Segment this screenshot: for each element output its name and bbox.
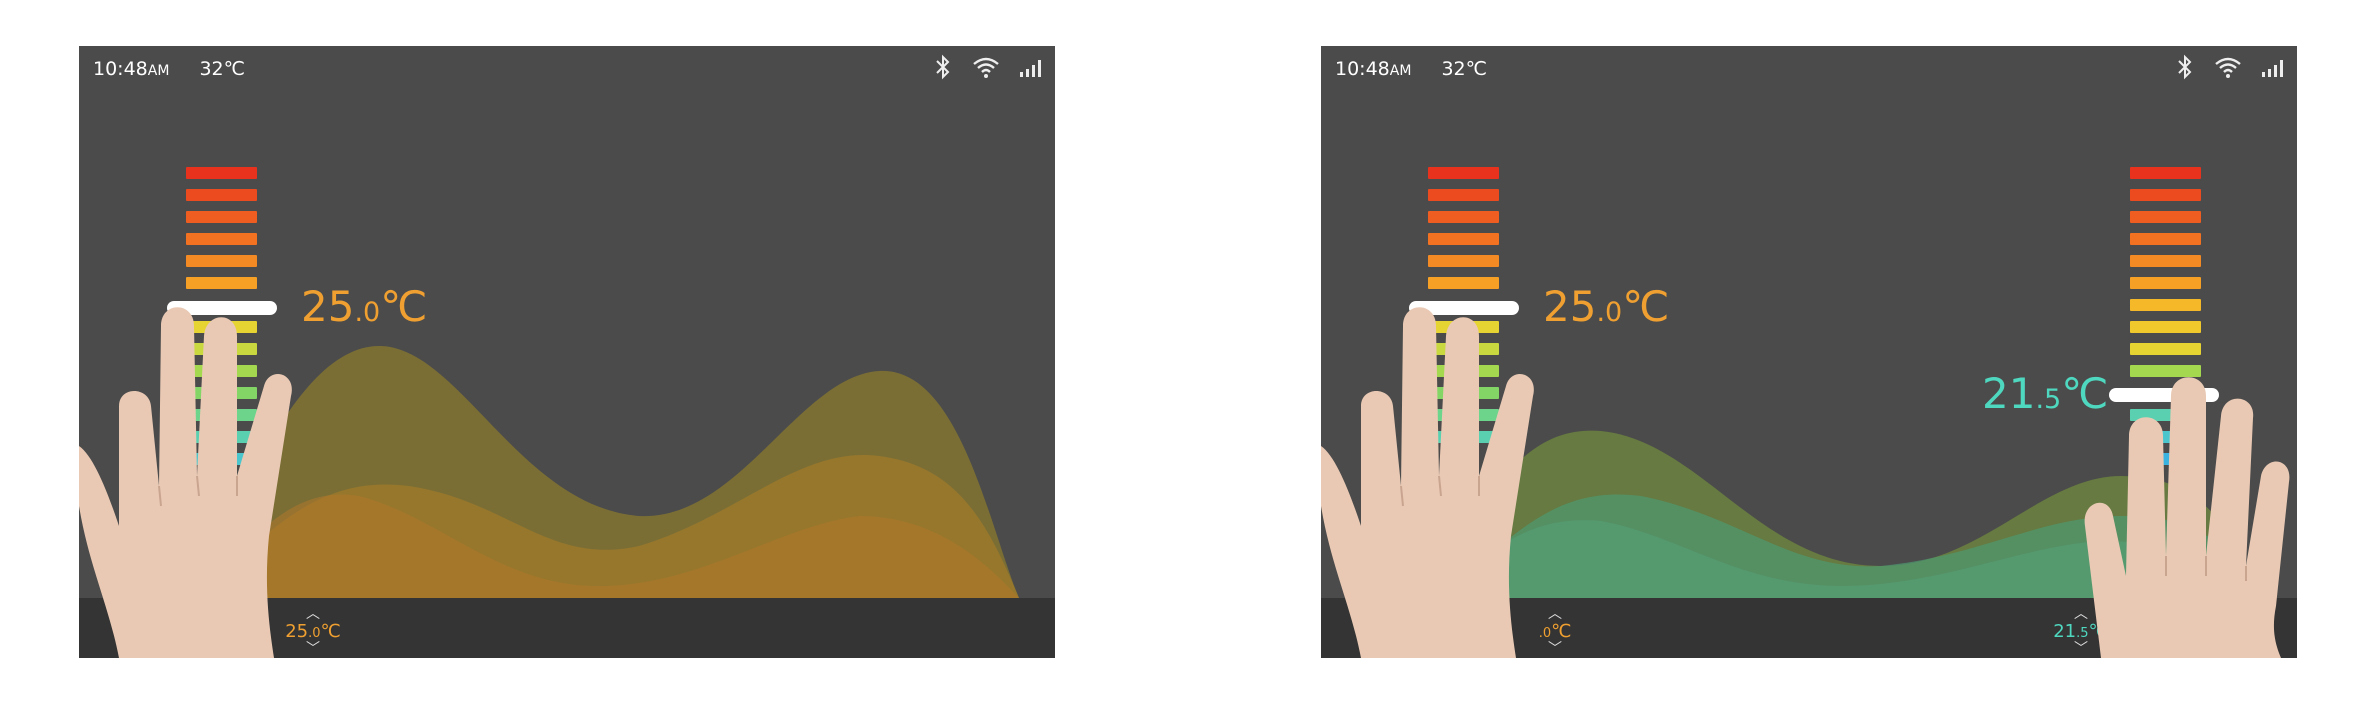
hvac-screen-left: 10:48AM 32℃ 25.0℃ ︿ 25.0℃ ﹀ xyxy=(79,46,1055,658)
scale-bar xyxy=(186,211,257,223)
scale-bar xyxy=(1428,211,1499,223)
scale-bar xyxy=(2130,343,2201,355)
scale-bar xyxy=(2130,211,2201,223)
scale-bar xyxy=(1428,189,1499,201)
scale-bar xyxy=(2130,233,2201,245)
setpoint-readout: 25.0℃ xyxy=(301,282,428,331)
scale-bar xyxy=(1428,233,1499,245)
scale-bar xyxy=(2130,255,2201,267)
scale-bar xyxy=(1428,277,1499,289)
scale-bar xyxy=(186,277,257,289)
scale-bar xyxy=(186,167,257,179)
scale-bar xyxy=(2130,189,2201,201)
hvac-screen-right: 10:48AM 32℃ 25.0℃ 21.5℃ ︿ .0℃ ﹀ ︿ 21.5 ﹀ xyxy=(1321,46,2297,658)
scale-bar xyxy=(186,255,257,267)
scale-bar xyxy=(2130,299,2201,311)
scale-bar xyxy=(186,233,257,245)
hand-image-right xyxy=(2084,377,2290,658)
hand-image xyxy=(79,307,292,658)
scale-bar xyxy=(2130,321,2201,333)
scale-bar xyxy=(1428,255,1499,267)
scale-bar xyxy=(186,189,257,201)
hand-image-left xyxy=(1321,307,1534,658)
scale-bar xyxy=(1428,167,1499,179)
scale-bar xyxy=(2130,277,2201,289)
setpoint-readout-left: 25.0℃ xyxy=(1543,282,1670,331)
scale-bar xyxy=(2130,167,2201,179)
